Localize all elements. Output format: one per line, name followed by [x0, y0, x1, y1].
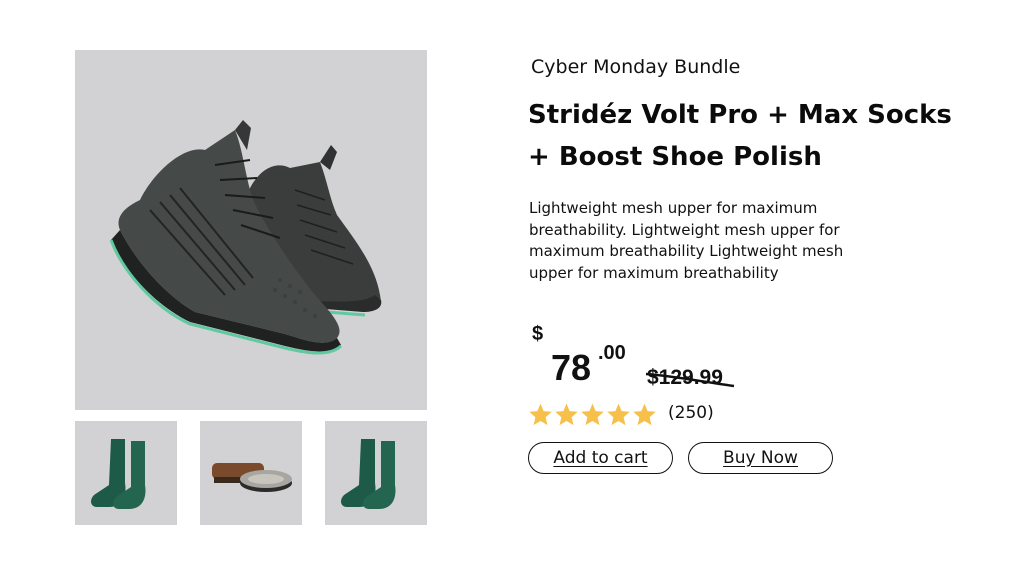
add-to-cart-button[interactable]: Add to cart	[528, 442, 673, 474]
bundle-label: Cyber Monday Bundle	[531, 56, 741, 78]
sneakers-image	[109, 120, 382, 355]
shoe-polish-kit-icon	[212, 463, 292, 492]
price-whole: 78	[551, 347, 592, 388]
star-icon	[633, 403, 656, 426]
socks-icon	[341, 439, 396, 509]
buy-now-button[interactable]: Buy Now	[688, 442, 833, 474]
socks-icon	[91, 439, 146, 509]
star-rating	[528, 401, 657, 429]
star-icon	[555, 403, 578, 426]
star-icon	[607, 403, 630, 426]
price-fraction: .00	[598, 342, 626, 364]
review-count: (250)	[668, 403, 714, 423]
product-title: Stridéz Volt Pro + Max Socks + Boost Sho…	[528, 100, 952, 172]
product-description: Lightweight mesh upper for maximum breat…	[529, 199, 844, 282]
price-currency: $	[532, 323, 544, 345]
star-icon	[581, 403, 604, 426]
strikethrough-line	[645, 372, 735, 388]
star-icon	[529, 403, 552, 426]
thumbnail-shoe-polish[interactable]	[200, 421, 302, 525]
thumbnail-socks-1[interactable]	[75, 421, 177, 525]
thumbnail-socks-2[interactable]	[325, 421, 427, 525]
main-product-image	[75, 50, 427, 410]
